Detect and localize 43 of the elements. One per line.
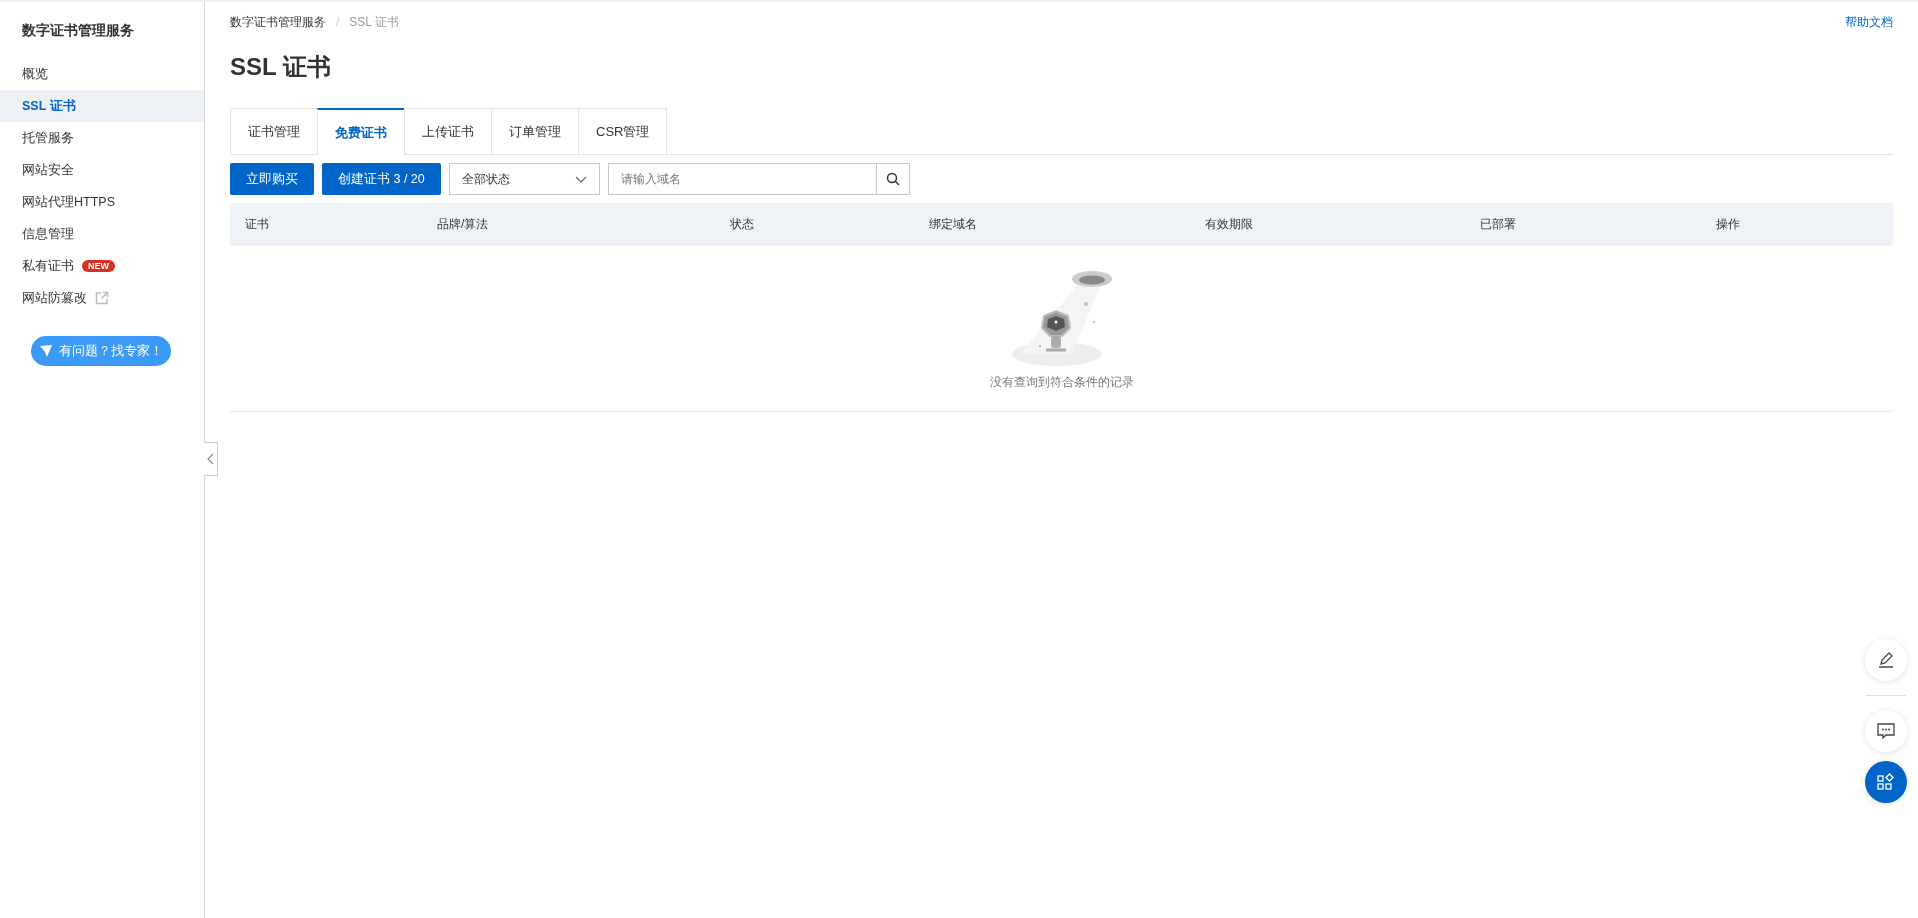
status-dropdown[interactable]: 全部状态: [448, 163, 600, 195]
breadcrumb-current: SSL 证书: [349, 13, 399, 31]
sidebar-item[interactable]: 信息管理: [0, 218, 204, 250]
service-title: 数字证书管理服务: [21, 21, 135, 40]
page-title: SSL 证书: [230, 52, 331, 82]
chat-icon: [1876, 721, 1896, 741]
breadcrumb-separator: /: [336, 15, 340, 29]
new-badge: NEW: [82, 260, 115, 272]
domain-search-field[interactable]: 请输入域名: [607, 163, 877, 195]
chevron-left-icon: [207, 453, 214, 465]
help-docs-link[interactable]: 帮助文档: [1845, 13, 1893, 31]
pencil-icon: [1876, 650, 1896, 670]
buy-button[interactable]: 立即购买: [230, 163, 314, 195]
column-header: 有效期限: [1205, 216, 1254, 233]
sidebar-item[interactable]: 网站代理HTTPS: [0, 186, 204, 218]
search-button[interactable]: [876, 163, 910, 195]
search-icon: [885, 172, 900, 186]
apps-button[interactable]: [1865, 761, 1907, 803]
empty-message: 没有查询到符合条件的记录: [989, 374, 1134, 391]
column-header: 品牌/算法: [437, 216, 490, 233]
column-header: 已部署: [1480, 216, 1517, 233]
sidebar-item[interactable]: 私有证书 NEW: [0, 250, 204, 282]
tab[interactable]: 上传证书: [404, 108, 491, 154]
sidebar-item[interactable]: 网站安全: [0, 154, 204, 186]
sidebar-item[interactable]: 概览: [0, 58, 204, 90]
sidebar-item[interactable]: 托管服务: [0, 122, 204, 154]
feedback-button[interactable]: [1865, 710, 1907, 752]
tab[interactable]: CSR管理: [578, 108, 668, 154]
tab[interactable]: 订单管理: [491, 108, 578, 154]
breadcrumb-link[interactable]: 数字证书管理服务: [230, 13, 326, 31]
apps-icon: [1876, 772, 1896, 792]
caret-icon: [574, 175, 587, 183]
column-header: 状态: [730, 216, 755, 233]
edit-button[interactable]: [1865, 639, 1907, 681]
tab[interactable]: 证书管理: [230, 108, 317, 154]
sidebar-item[interactable]: 网站防篡改: [0, 282, 204, 314]
tab[interactable]: 免费证书: [317, 108, 404, 155]
pennant-icon: [39, 344, 53, 358]
sidebar-item[interactable]: SSL 证书: [0, 90, 204, 122]
create-certificate-button[interactable]: 创建证书 3 / 20: [322, 163, 441, 195]
column-header: 操作: [1716, 216, 1741, 233]
column-header: 绑定域名: [929, 216, 978, 233]
column-header: 证书: [245, 216, 270, 233]
